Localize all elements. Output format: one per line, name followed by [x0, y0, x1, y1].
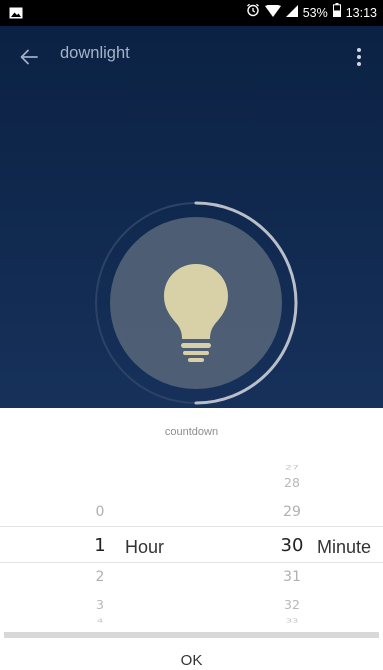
battery-percent: 53%	[302, 6, 328, 20]
minute-option[interactable]: 33	[262, 618, 322, 624]
minute-option[interactable]: 28	[262, 475, 322, 490]
selection-line-top	[0, 526, 383, 527]
minute-option[interactable]: 29	[262, 504, 322, 520]
image-icon	[9, 7, 23, 19]
hour-option[interactable]: 3	[70, 597, 130, 612]
hour-option[interactable]: 2	[70, 569, 130, 585]
minute-option[interactable]: 27	[262, 464, 322, 471]
minute-wheel[interactable]: 27 28 29 30 31 32 33	[262, 456, 322, 632]
lightbulb-icon	[164, 264, 228, 362]
arrow-left-icon	[20, 49, 38, 65]
clock-time: 13:13	[345, 6, 377, 20]
battery-icon	[332, 0, 341, 26]
lamp-toggle[interactable]	[93, 200, 299, 406]
countdown-picker[interactable]: 0 1 2 3 4 Hour 27 28 29 30 31 32 33 Minu…	[0, 456, 383, 632]
wifi-icon	[264, 0, 281, 26]
signal-icon	[285, 0, 298, 26]
device-panel: downlight	[0, 26, 383, 408]
minute-option[interactable]: 32	[262, 597, 322, 612]
minute-option[interactable]: 31	[262, 569, 322, 585]
hour-unit-label: Hour	[125, 537, 165, 557]
status-bar: 53% 13:13	[0, 0, 383, 26]
hour-selected[interactable]: 1	[70, 535, 130, 556]
more-vert-icon	[357, 48, 361, 66]
selection-line-bottom	[0, 562, 383, 563]
countdown-title: countdown	[0, 408, 383, 456]
status-icons: 53% 13:13	[246, 0, 377, 26]
page-title: downlight	[60, 44, 130, 62]
hour-option[interactable]: 0	[70, 504, 130, 520]
hour-option[interactable]: 4	[70, 618, 130, 624]
ok-button[interactable]: OK	[0, 638, 383, 670]
back-button[interactable]	[14, 42, 44, 72]
app-bar: downlight	[0, 26, 383, 86]
more-options-button[interactable]	[347, 42, 371, 72]
hour-wheel[interactable]: 0 1 2 3 4	[70, 456, 130, 632]
minute-unit-label: Minute	[317, 537, 372, 557]
alarm-icon	[246, 0, 260, 26]
minute-selected[interactable]: 30	[262, 535, 322, 556]
